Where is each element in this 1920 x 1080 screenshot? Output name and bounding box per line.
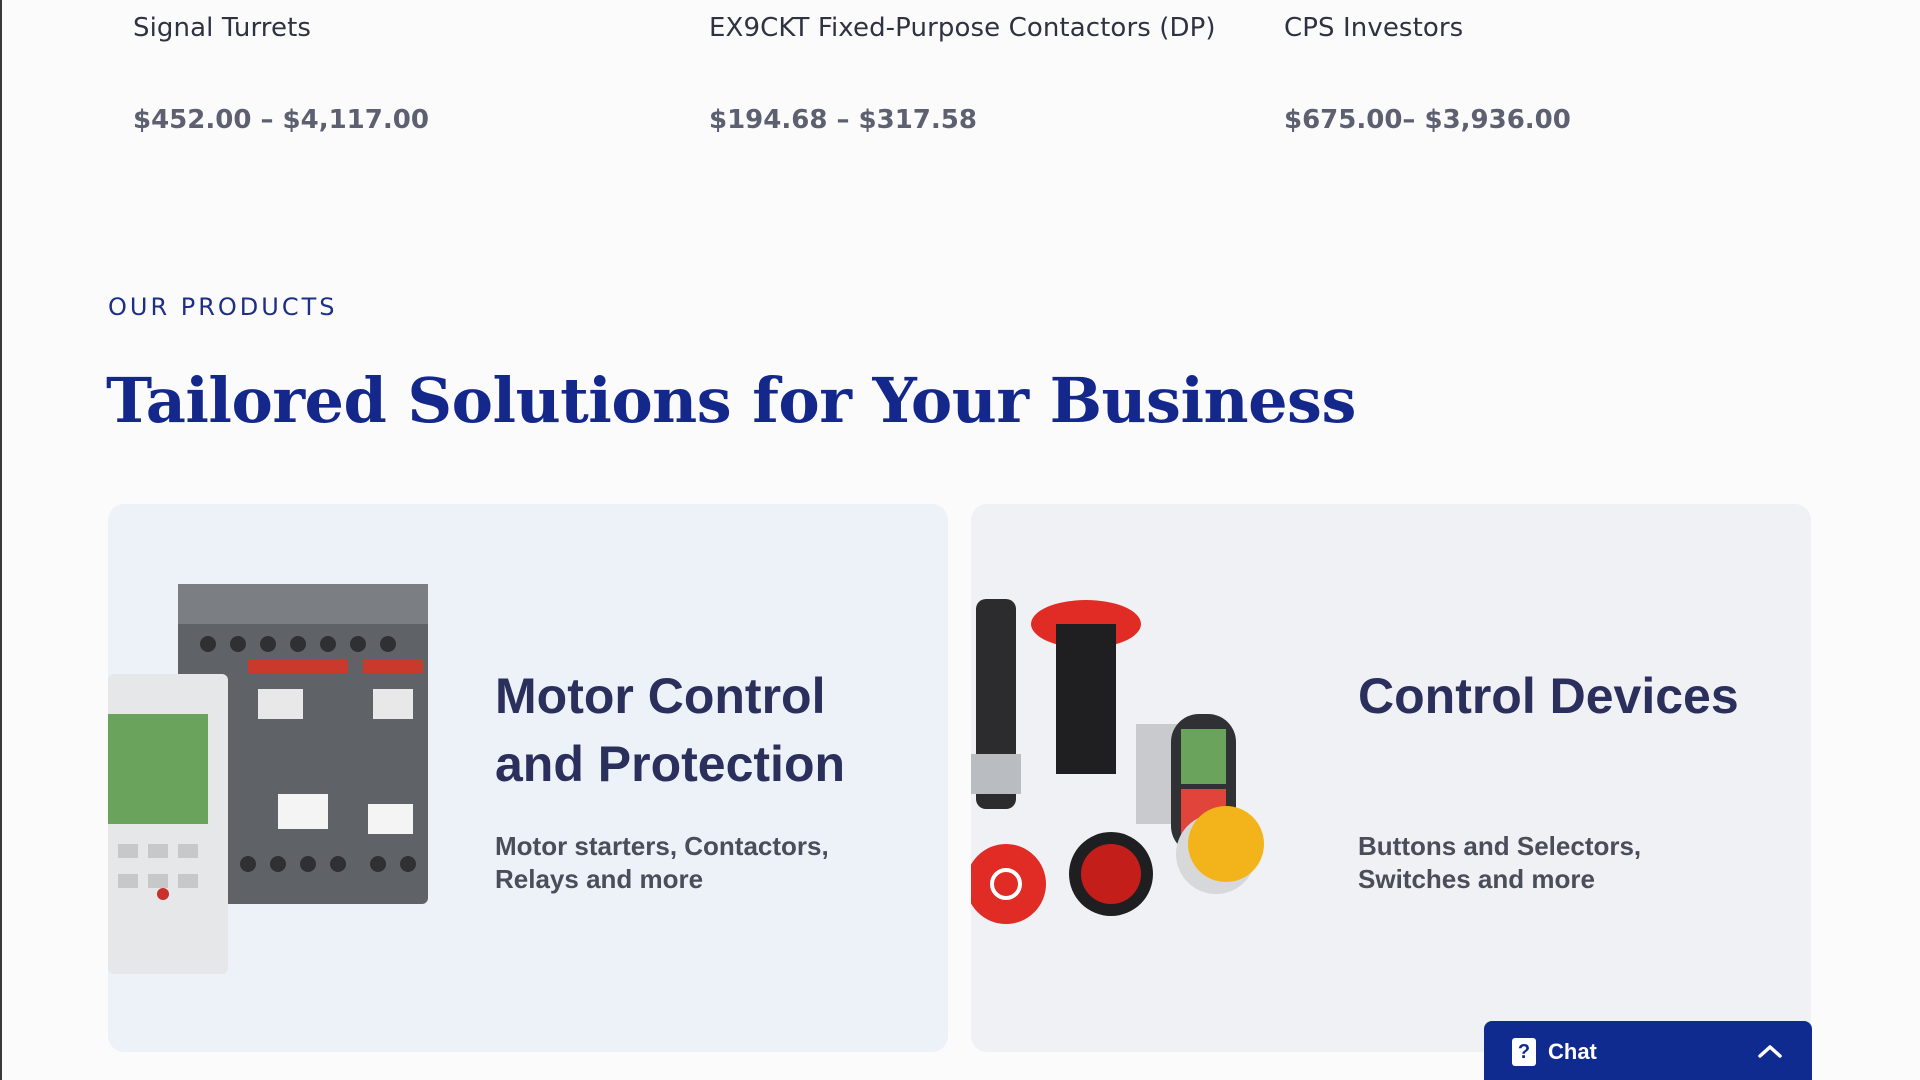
product-name[interactable]: Signal Turrets — [133, 12, 653, 44]
push-buttons-image — [971, 599, 1264, 924]
product-price: $194.68 – $317.58 — [709, 105, 977, 135]
card-description: Buttons and Selectors, Switches and more — [1358, 831, 1642, 894]
product-item[interactable]: EX9CKT Fixed-Purpose Contactors (DP) $19… — [709, 12, 1229, 136]
chevron-up-icon[interactable] — [1756, 1038, 1784, 1066]
product-item[interactable]: CPS Investors $675.00– $3,936.00 — [1284, 12, 1804, 136]
section-headline: Tailored Solutions for Your Business — [106, 364, 1356, 437]
category-card-control-devices[interactable]: Control Devices Buttons and Selectors, S… — [971, 504, 1811, 1052]
product-item[interactable]: Signal Turrets $452.00 – $4,117.00 — [133, 12, 653, 136]
category-card-motor-control[interactable]: Motor Control and Protection Motor start… — [108, 504, 948, 1052]
product-price: $675.00– $3,936.00 — [1284, 105, 1571, 135]
question-icon: ? — [1512, 1038, 1536, 1066]
product-name[interactable]: EX9CKT Fixed-Purpose Contactors (DP) — [709, 12, 1229, 44]
card-title: Motor Control and Protection — [495, 668, 846, 792]
product-strip: Signal Turrets $452.00 – $4,117.00 EX9CK… — [0, 0, 1920, 180]
section-eyebrow: OUR PRODUCTS — [108, 293, 338, 321]
product-price: $452.00 – $4,117.00 — [133, 105, 429, 135]
card-title: Control Devices — [1358, 668, 1739, 724]
card-description: Motor starters, Contactors, Relays and m… — [495, 831, 829, 894]
chat-widget-button[interactable]: ? Chat — [1484, 1021, 1812, 1080]
chat-label: Chat — [1548, 1039, 1597, 1064]
product-name[interactable]: CPS Investors — [1284, 12, 1804, 44]
motor-control-devices-image — [108, 584, 428, 974]
